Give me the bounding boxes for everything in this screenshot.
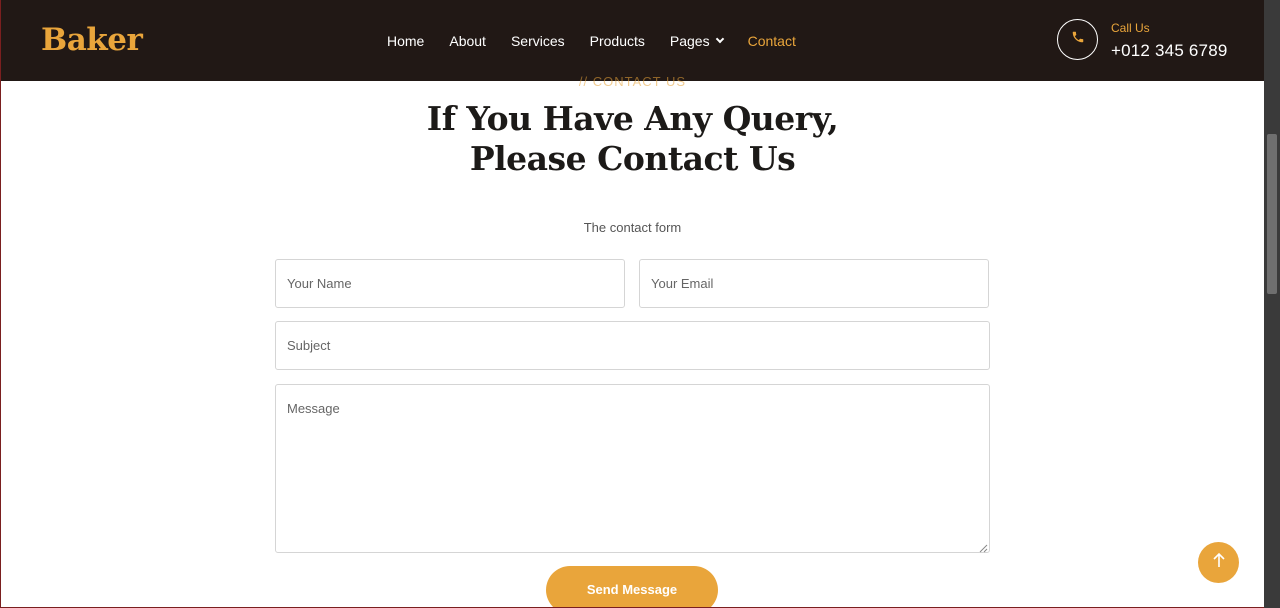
section-title: If You Have Any Query, Please Contact Us: [1, 99, 1264, 179]
nav-item-products[interactable]: Products: [590, 33, 645, 49]
email-field[interactable]: [639, 259, 989, 308]
resize-grip-icon[interactable]: [979, 540, 988, 553]
section-eyebrow: // CONTACT US: [578, 74, 687, 89]
call-number[interactable]: +012 345 6789: [1111, 41, 1228, 61]
scrollbar[interactable]: [1264, 0, 1280, 608]
nav-item-about[interactable]: About: [449, 33, 486, 49]
chevron-down-icon: [715, 34, 724, 44]
scrollbar-thumb[interactable]: [1267, 134, 1277, 294]
section-title-line-2: Please Contact Us: [469, 139, 796, 178]
call-button[interactable]: [1057, 19, 1098, 60]
message-field[interactable]: [275, 384, 990, 553]
send-message-button[interactable]: Send Message: [546, 566, 718, 607]
back-to-top-button[interactable]: [1198, 542, 1239, 583]
name-field[interactable]: [275, 259, 625, 308]
nav-item-pages[interactable]: Pages: [669, 33, 724, 49]
nav-item-services[interactable]: Services: [511, 33, 565, 49]
nav-item-contact[interactable]: Contact: [748, 33, 796, 49]
arrow-up-icon: [1212, 552, 1226, 573]
navbar: Baker Home About Services Products Pages…: [1, 0, 1264, 81]
subject-field[interactable]: [275, 321, 990, 370]
brand-logo[interactable]: Baker: [41, 22, 143, 58]
page: Baker Home About Services Products Pages…: [1, 0, 1264, 607]
nav-item-home[interactable]: Home: [387, 33, 424, 49]
section-subtext: The contact form: [583, 220, 682, 235]
nav-item-pages-label: Pages: [669, 33, 710, 49]
phone-icon: [1071, 30, 1085, 49]
main-nav: Home About Services Products Pages Conta…: [387, 33, 821, 49]
section-title-line-1: If You Have Any Query,: [426, 99, 839, 138]
call-label: Call Us: [1111, 21, 1150, 35]
